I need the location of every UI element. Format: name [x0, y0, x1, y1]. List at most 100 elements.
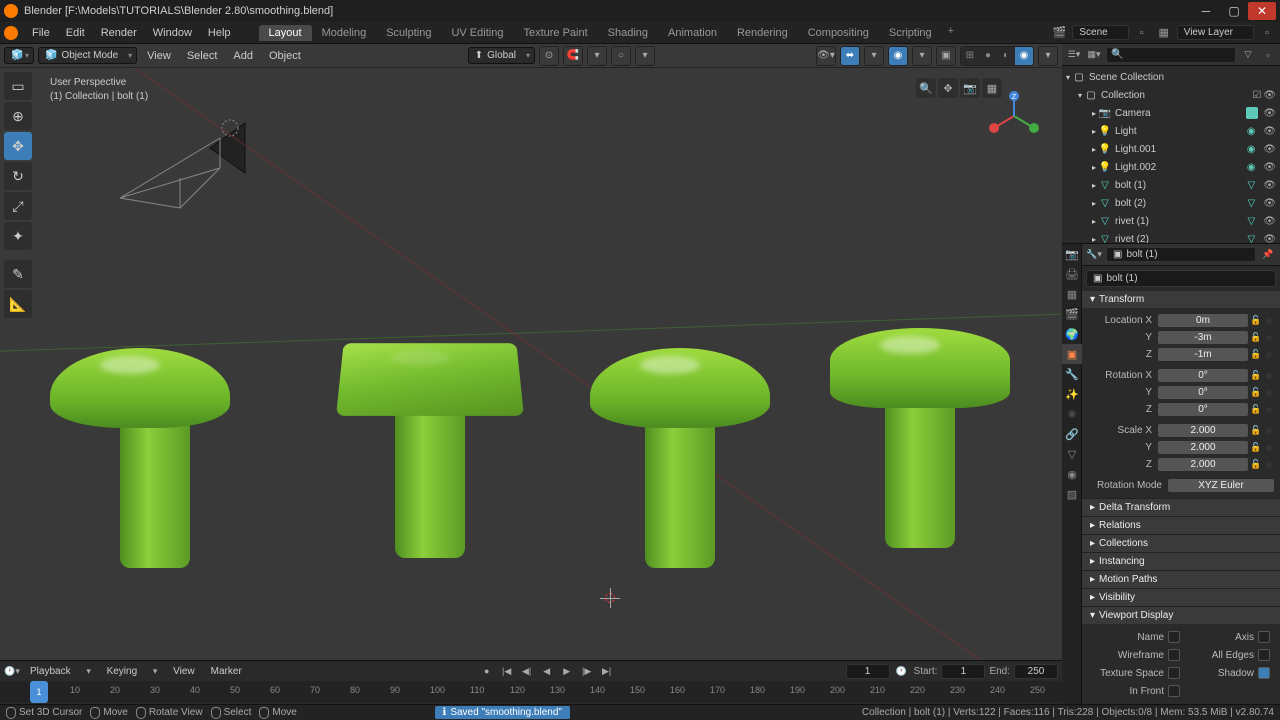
prop-tab-viewlayer[interactable]: ▦ [1062, 284, 1082, 304]
panel-relations[interactable]: ▸ Relations [1082, 517, 1280, 534]
preview-range-toggle[interactable]: 🕐 [894, 663, 910, 679]
viewport-menu-object[interactable]: Object [263, 50, 307, 62]
mesh-rivet-1[interactable] [50, 348, 230, 568]
orientation-dropdown[interactable]: ⬆Global [468, 47, 535, 64]
eye-icon[interactable]: 👁 [1263, 126, 1276, 137]
snap-toggle[interactable]: 🧲 [563, 46, 583, 66]
outliner-display-mode[interactable]: ▦▾ [1086, 47, 1102, 63]
menu-render[interactable]: Render [93, 27, 145, 39]
menu-window[interactable]: Window [145, 27, 200, 39]
proportional-type-dropdown[interactable]: ▾ [635, 46, 655, 66]
tree-item[interactable]: ▸▽bolt (1)▽👁 [1062, 176, 1280, 194]
tree-item[interactable]: ▸▽bolt (2)▽👁 [1062, 194, 1280, 212]
overlays-toggle[interactable]: ◉ [888, 46, 908, 66]
tool-rotate[interactable]: ↻ [4, 162, 32, 190]
minimize-button[interactable]: ─ [1192, 2, 1220, 20]
proportional-toggle[interactable]: ○ [611, 46, 631, 66]
tool-measure[interactable]: 📐 [4, 290, 32, 318]
app-icon[interactable] [4, 26, 18, 40]
panel-viewport-display[interactable]: ▾ Viewport Display [1082, 607, 1280, 624]
prop-tab-object[interactable]: ▣ [1062, 344, 1082, 364]
menu-edit[interactable]: Edit [58, 27, 93, 39]
rot-z-field[interactable]: 0° [1158, 403, 1248, 416]
pin-button[interactable]: 📌 [1260, 247, 1276, 263]
nav-camera-icon[interactable]: 📷 [960, 78, 980, 98]
in-front-checkbox[interactable] [1168, 685, 1180, 697]
autokey-toggle[interactable]: ● [479, 663, 495, 679]
gizmo-dropdown[interactable]: ▾ [864, 46, 884, 66]
workspace-tab-layout[interactable]: Layout [259, 25, 312, 41]
eye-icon[interactable]: 👁 [1263, 180, 1276, 191]
tree-item[interactable]: ▸▽rivet (2)▽👁 [1062, 230, 1280, 243]
outliner-search[interactable]: 🔍 [1106, 47, 1236, 63]
prop-tab-render[interactable]: 📷 [1062, 244, 1082, 264]
keying-dropdown[interactable]: ▾ [147, 663, 163, 679]
3d-viewport[interactable]: ▭ ⊕ ✥ ↻ ⤢ ✦ ✎ 📐 User Perspective (1) Col… [0, 68, 1062, 660]
current-frame-field[interactable]: 1 [846, 664, 890, 679]
snap-type-dropdown[interactable]: ▾ [587, 46, 607, 66]
jump-end-button[interactable]: ▶| [599, 663, 615, 679]
object-data-field[interactable]: ▣ bolt (1) [1086, 270, 1276, 287]
nav-move-icon[interactable]: ✥ [938, 78, 958, 98]
menu-file[interactable]: File [24, 27, 58, 39]
scale-x-field[interactable]: 2.000 [1158, 424, 1248, 437]
workspace-add-button[interactable]: + [942, 25, 960, 41]
workspace-tab-scripting[interactable]: Scripting [879, 25, 942, 41]
rot-x-field[interactable]: 0° [1158, 369, 1248, 382]
prop-tab-world[interactable]: 🌍 [1062, 324, 1082, 344]
shading-lookdev[interactable]: ◐ [997, 47, 1015, 65]
prop-tab-texture[interactable]: ▨ [1062, 484, 1082, 504]
jump-start-button[interactable]: |◀ [499, 663, 515, 679]
tool-select-box[interactable]: ▭ [4, 72, 32, 100]
timeline-editor-type[interactable]: 🕐▾ [4, 663, 20, 679]
play-reverse-button[interactable]: ◀ [539, 663, 555, 679]
tool-scale[interactable]: ⤢ [4, 192, 32, 220]
wireframe-checkbox[interactable] [1168, 649, 1180, 661]
workspace-tab-modeling[interactable]: Modeling [312, 25, 377, 41]
panel-collections[interactable]: ▸ Collections [1082, 535, 1280, 552]
tool-move[interactable]: ✥ [4, 132, 32, 160]
eye-icon[interactable]: 👁 [1263, 216, 1276, 227]
loc-x-field[interactable]: 0m [1158, 314, 1248, 327]
workspace-tab-texture[interactable]: Texture Paint [513, 25, 597, 41]
tree-scene-collection[interactable]: ▾▢Scene Collection [1062, 68, 1280, 86]
timeline-menu-view[interactable]: View [167, 666, 201, 677]
jump-prev-key-button[interactable]: ◀| [519, 663, 535, 679]
nav-gizmo[interactable]: Z [986, 88, 1042, 144]
viewlayer-browse-icon[interactable]: ▦ [1155, 24, 1173, 42]
tool-cursor[interactable]: ⊕ [4, 102, 32, 130]
tree-item[interactable]: ▸💡Light.001◉👁 [1062, 140, 1280, 158]
lock-icon[interactable]: 🔓 [1250, 315, 1262, 326]
prop-tab-modifiers[interactable]: 🔧 [1062, 364, 1082, 384]
timeline-menu-keying[interactable]: Keying [101, 666, 144, 677]
jump-next-key-button[interactable]: |▶ [579, 663, 595, 679]
keyframe-dot[interactable] [1266, 318, 1272, 324]
outliner-editor-type[interactable]: ☰▾ [1066, 47, 1082, 63]
start-frame-field[interactable]: 1 [941, 664, 985, 679]
rot-y-field[interactable]: 0° [1158, 386, 1248, 399]
panel-motion[interactable]: ▸ Motion Paths [1082, 571, 1280, 588]
outliner-new-collection[interactable]: ▫ [1260, 47, 1276, 63]
editor-type-dropdown[interactable]: 🧊 [4, 47, 34, 64]
shading-dropdown[interactable]: ▾ [1038, 46, 1058, 66]
prop-tab-data[interactable]: ▽ [1062, 444, 1082, 464]
axis-checkbox[interactable] [1258, 631, 1270, 643]
viewlayer-new-button[interactable]: ▫ [1258, 24, 1276, 42]
workspace-tab-uv[interactable]: UV Editing [441, 25, 513, 41]
prop-tab-material[interactable]: ◉ [1062, 464, 1082, 484]
prop-tab-constraints[interactable]: 🔗 [1062, 424, 1082, 444]
prop-tab-physics[interactable]: ⚛ [1062, 404, 1082, 424]
workspace-tab-sculpting[interactable]: Sculpting [376, 25, 441, 41]
workspace-tab-compositing[interactable]: Compositing [798, 25, 879, 41]
eye-icon[interactable]: 👁 [1263, 144, 1276, 155]
shading-wireframe[interactable]: ⊞ [961, 47, 979, 65]
scale-y-field[interactable]: 2.000 [1158, 441, 1248, 454]
tree-item[interactable]: ▸💡Light.002◉👁 [1062, 158, 1280, 176]
gizmos-toggle[interactable]: ⬌ [840, 46, 860, 66]
texture-space-checkbox[interactable] [1168, 667, 1180, 679]
panel-transform[interactable]: ▾ Transform [1082, 291, 1280, 308]
scene-new-button[interactable]: ▫ [1133, 24, 1151, 42]
shading-rendered[interactable]: ◉ [1015, 47, 1033, 65]
object-breadcrumb[interactable]: ▣ bolt (1) [1106, 247, 1256, 262]
tree-item[interactable]: ▸💡Light◉👁 [1062, 122, 1280, 140]
